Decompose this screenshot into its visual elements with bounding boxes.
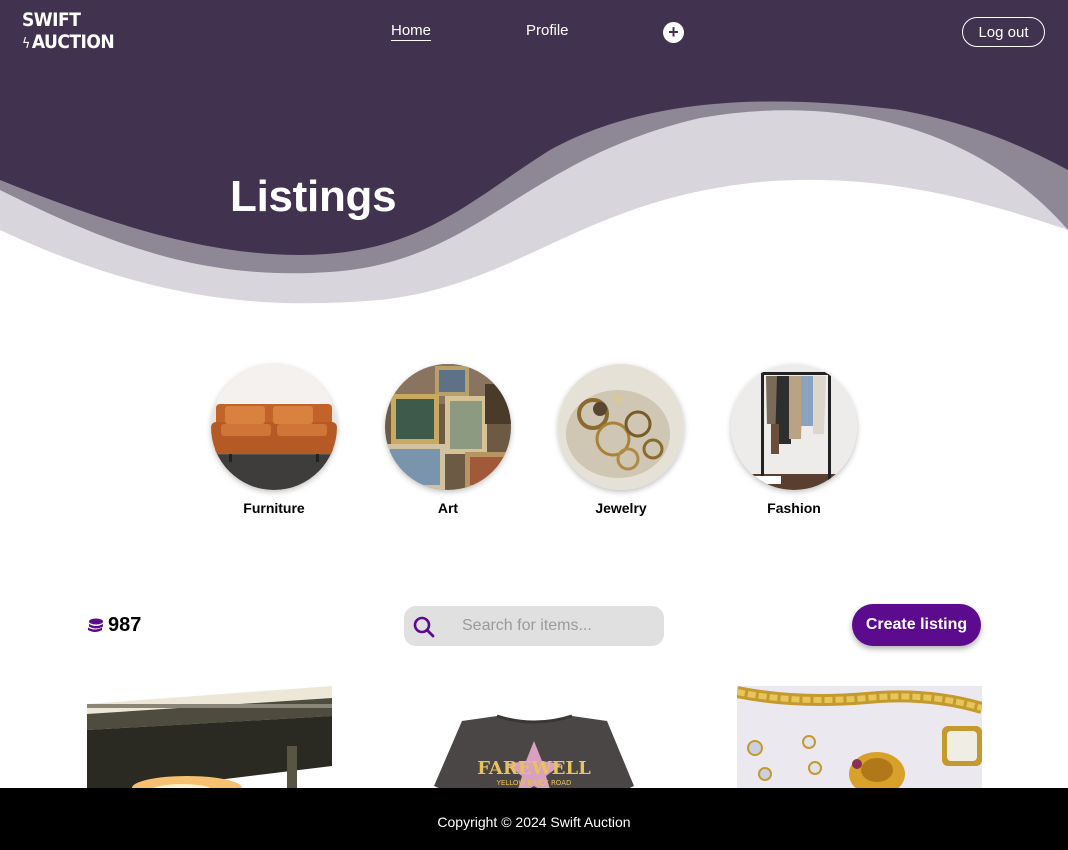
search-icon[interactable] [413,616,435,638]
category-jewelry[interactable]: Jewelry [558,364,684,516]
category-image-art [385,364,511,490]
page-title: Listings [230,172,397,221]
navbar: SWIFT ϟ AUCTION Home Profile + Log out [0,0,1068,64]
category-image-fashion [731,364,857,490]
listing-image [87,686,332,796]
svg-text:YELLOW BRICK ROAD: YELLOW BRICK ROAD [496,779,572,787]
listing-image [737,686,982,796]
listing-card[interactable]: FAREWELL YELLOW BRICK ROAD [412,686,657,796]
category-label: Furniture [243,500,305,516]
search-bar[interactable] [404,606,664,646]
category-label: Jewelry [595,500,647,516]
logo[interactable]: SWIFT ϟ AUCTION [22,9,115,55]
logo-line2: AUCTION [31,31,115,53]
coins-stack-icon [88,618,103,632]
credits-count: 987 [108,614,142,636]
category-art[interactable]: Art [385,364,511,516]
listing-image: FAREWELL YELLOW BRICK ROAD [412,686,657,796]
category-label: Fashion [767,500,821,516]
category-label: Art [437,500,459,516]
svg-text:FAREWELL: FAREWELL [477,758,591,779]
category-fashion[interactable]: Fashion [731,364,857,516]
plus-circle-icon[interactable]: + [663,22,684,43]
search-input[interactable] [462,606,657,646]
footer: Copyright © 2024 Swift Auction [0,788,1068,850]
lightning-icon: ϟ [22,36,30,52]
category-image-furniture [211,364,337,490]
nav-link-home[interactable]: Home [391,22,432,41]
copyright-text: Copyright © 2024 Swift Auction [437,814,631,830]
nav-link-profile[interactable]: Profile [526,22,569,39]
logout-button[interactable]: Log out [962,17,1045,47]
create-listing-button[interactable]: Create listing [852,604,981,646]
category-furniture[interactable]: Furniture [211,364,337,516]
credits-display: 987 [87,614,141,637]
category-image-jewelry [558,364,684,490]
logo-line1: SWIFT [22,9,81,31]
listing-card[interactable] [737,686,982,796]
listing-card[interactable] [87,686,332,796]
